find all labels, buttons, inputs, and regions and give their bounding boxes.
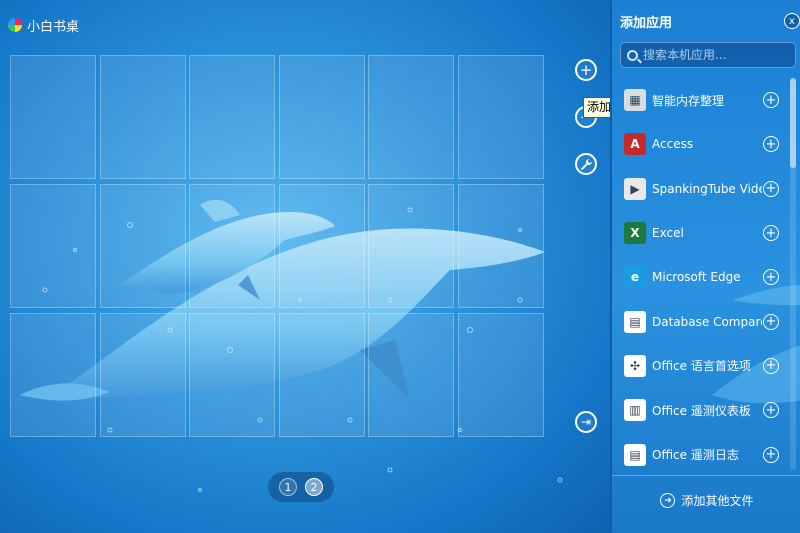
app-slot[interactable] (10, 55, 96, 179)
app-slot[interactable] (99, 184, 186, 308)
app-slot[interactable] (278, 184, 365, 308)
app-slot[interactable] (457, 55, 544, 179)
app-list-item[interactable]: ▤ Office 遥测日志 + (612, 432, 792, 476)
app-title: 小白书桌 (27, 19, 80, 35)
app-list-item-label: SpankingTube Video (652, 181, 762, 196)
app-slot[interactable] (457, 184, 544, 308)
settings-button[interactable] (575, 153, 597, 175)
app-slot[interactable] (278, 313, 365, 437)
app-slot[interactable] (189, 313, 276, 437)
search-icon (627, 49, 638, 61)
add-item-button[interactable]: + (763, 446, 779, 463)
excel-icon: X (624, 222, 646, 245)
edge-icon: e (624, 266, 646, 289)
app-list-item-label: Database Compare (652, 314, 762, 329)
add-other-files-button[interactable]: ➜ 添加其他文件 (612, 475, 800, 525)
app-list: ▦ 智能内存整理 + A Access + ▶ SpankingTube Video + X Exc… (612, 78, 792, 477)
arrow-right-icon: ➜ (660, 493, 676, 508)
page-indicator: 12 (268, 472, 334, 502)
app-slot[interactable] (457, 313, 544, 437)
app-list-item-label: Excel (652, 226, 684, 241)
app-slot[interactable] (368, 55, 455, 179)
add-item-button[interactable]: + (763, 92, 779, 109)
scrollbar[interactable] (790, 78, 796, 470)
app-list-item[interactable]: X Excel + (612, 211, 792, 255)
app-list-item[interactable]: ▦ 智能内存整理 + (612, 78, 792, 122)
app-slot[interactable] (10, 313, 96, 437)
app-list-item-label: 智能内存整理 (652, 93, 725, 108)
page-button[interactable]: 2 (305, 478, 323, 496)
add-item-button[interactable]: + (763, 357, 779, 374)
memory-cleaner-icon: ▦ (624, 89, 646, 112)
app-grid (10, 55, 544, 437)
app-slot[interactable] (368, 184, 455, 308)
app-list-item-label: Office 语言首选项 (652, 359, 751, 374)
video-icon: ▶ (624, 177, 646, 200)
app-list-item-label: Access (652, 137, 694, 152)
add-app-button[interactable]: + (575, 59, 597, 81)
app-slot[interactable] (189, 55, 276, 179)
app-title-bar: 小白书桌 (8, 14, 79, 36)
tooltip: 添加应用 (583, 97, 610, 118)
add-item-button[interactable]: + (763, 225, 779, 242)
app-list-item[interactable]: ▤ Database Compare + (612, 299, 792, 343)
page-button[interactable]: 1 (279, 478, 297, 496)
panel-title: 添加应用 (620, 16, 673, 31)
plus-icon: + (579, 60, 593, 79)
add-item-button[interactable]: + (763, 136, 779, 153)
app-list-item[interactable]: ▶ SpankingTube Video + (612, 167, 792, 211)
close-icon: x (789, 15, 795, 27)
scrollbar-thumb[interactable] (790, 78, 796, 168)
search-input[interactable] (643, 48, 793, 62)
add-item-button[interactable]: + (763, 269, 779, 286)
add-app-panel: 添加应用 x ▦ 智能内存整理 + A Access + ▶ SpankingTube Vid… (610, 0, 800, 533)
database-compare-icon: ▤ (624, 310, 646, 333)
app-slot[interactable] (99, 313, 186, 437)
app-logo-icon (8, 18, 22, 32)
app-list-item[interactable]: e Microsoft Edge + (612, 255, 792, 299)
exit-button[interactable]: ⇥ (575, 411, 597, 433)
app-list-item[interactable]: ▥ Office 遥测仪表板 + (612, 388, 792, 432)
app-slot[interactable] (278, 55, 365, 179)
app-slot[interactable] (99, 55, 186, 179)
desktop-window: 小白书桌 + − ⇥ 添加应用 12 (0, 0, 610, 533)
add-item-button[interactable]: + (763, 180, 779, 197)
telemetry-dashboard-icon: ▥ (624, 399, 646, 422)
app-list-item[interactable]: ✣ Office 语言首选项 + (612, 344, 792, 388)
search-box (620, 42, 796, 68)
office-language-icon: ✣ (624, 354, 646, 377)
app-list-item-label: Microsoft Edge (652, 270, 741, 285)
app-list-item-label: Office 遥测仪表板 (652, 403, 751, 418)
add-item-button[interactable]: + (763, 402, 779, 419)
access-icon: A (624, 133, 646, 156)
wrench-icon (580, 158, 592, 170)
app-list-item[interactable]: A Access + (612, 122, 792, 166)
panel-close-button[interactable]: x (784, 13, 800, 29)
telemetry-log-icon: ▤ (624, 443, 646, 466)
add-item-button[interactable]: + (763, 313, 779, 330)
app-slot[interactable] (189, 184, 276, 308)
add-other-files-label: 添加其他文件 (681, 494, 754, 508)
app-slot[interactable] (368, 313, 455, 437)
app-slot[interactable] (10, 184, 96, 308)
app-list-item-label: Office 遥测日志 (652, 448, 739, 463)
exit-arrow-icon: ⇥ (580, 415, 592, 429)
